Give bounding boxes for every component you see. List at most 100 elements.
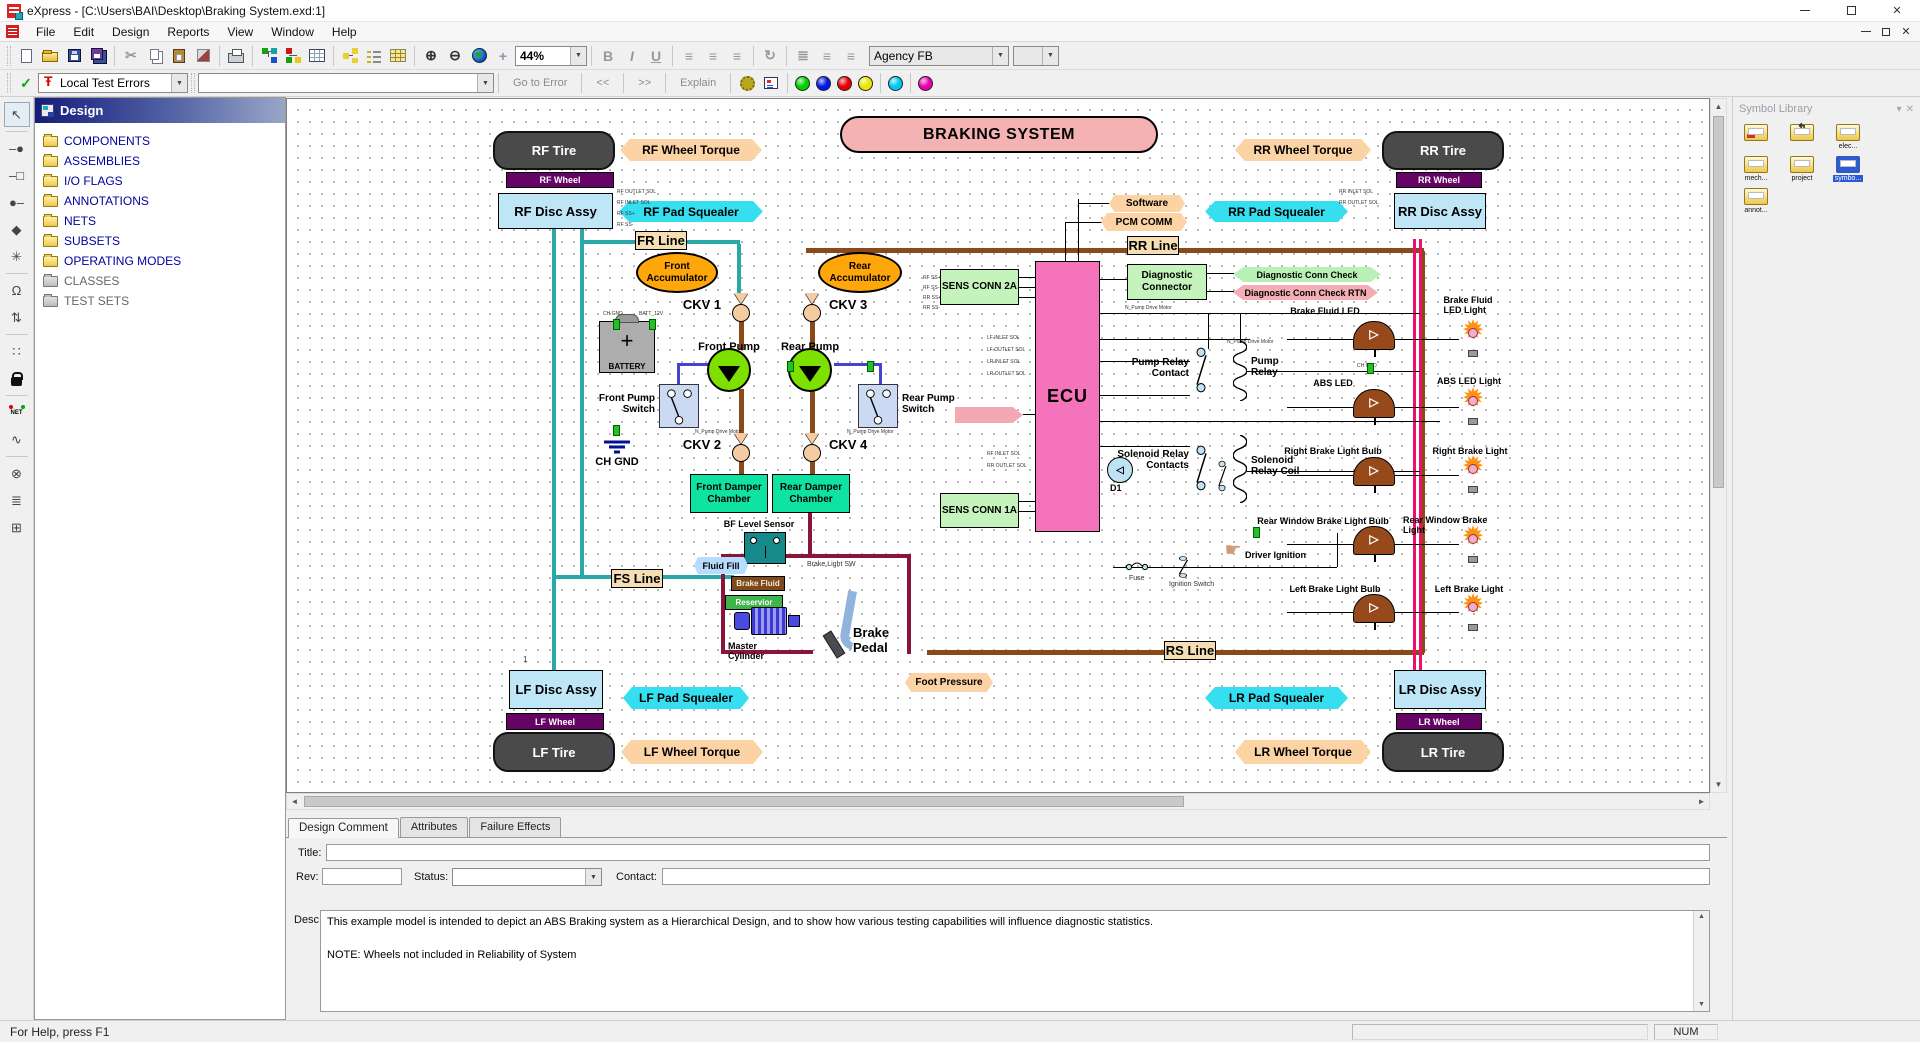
battery[interactable]: +BATTERY <box>599 321 655 373</box>
next-error-button[interactable]: >> <box>628 74 661 92</box>
library-item[interactable] <box>1783 124 1821 150</box>
net-wire[interactable] <box>810 389 815 438</box>
status-combo[interactable]: ▼ <box>452 868 602 886</box>
design-view-icon[interactable] <box>257 45 281 67</box>
desc-scrollbar[interactable]: ▲ ▼ <box>1693 911 1709 1011</box>
flag-glyph[interactable] <box>613 425 620 436</box>
lr-tire[interactable]: LR Tire <box>1382 732 1504 772</box>
tab-attributes[interactable]: Attributes <box>400 817 468 837</box>
lf-wheel-torque[interactable]: LF Wheel Torque <box>621 740 763 764</box>
foot-pressure[interactable]: Foot Pressure <box>905 673 993 692</box>
swglyph-glyph[interactable] <box>1192 443 1210 493</box>
pin-connect-tool-icon[interactable]: –● <box>4 136 30 161</box>
rr-tire[interactable]: RR Tire <box>1382 131 1504 170</box>
vertical-scrollbar[interactable]: ▲ ▼ <box>1710 98 1727 793</box>
scroll-left-icon[interactable]: ◄ <box>287 794 302 809</box>
library-item-symbo[interactable]: symbo... <box>1829 156 1867 182</box>
horizontal-scroll-thumb[interactable] <box>304 796 1184 807</box>
scroll-up-icon[interactable]: ▲ <box>1711 99 1726 114</box>
library-item-project[interactable]: project <box>1783 156 1821 182</box>
net-wire[interactable] <box>1207 291 1234 292</box>
lr-pad-squealer[interactable]: LR Pad Squealer <box>1205 687 1348 709</box>
net-wire[interactable] <box>1287 544 1353 545</box>
scroll-down-icon[interactable]: ▼ <box>1694 1000 1709 1011</box>
menu-view[interactable]: View <box>218 23 262 41</box>
diagnostic-connector[interactable]: Diagnostic Connector <box>1127 264 1207 300</box>
save-all-icon[interactable] <box>86 45 110 67</box>
rotate-icon[interactable]: ↻ <box>758 45 782 67</box>
net-wire[interactable] <box>1413 239 1416 701</box>
lasso-tool-icon[interactable]: Ω <box>4 278 30 303</box>
sidebar-item-i-o-flags[interactable]: I/O FLAGS <box>43 171 285 191</box>
validate-icon[interactable]: ✓ <box>14 72 38 94</box>
flag-glyph[interactable] <box>787 361 794 372</box>
panel-pin-icon[interactable]: ▾ <box>1897 104 1902 115</box>
sidebar-item-classes[interactable]: CLASSES <box>43 271 285 291</box>
net-wire[interactable] <box>1019 511 1035 512</box>
sidebar-item-operating-modes[interactable]: OPERATING MODES <box>43 251 285 271</box>
open-icon[interactable] <box>38 45 62 67</box>
ch-gnd[interactable]: CH GND <box>585 437 649 471</box>
net-wire[interactable] <box>1019 501 1035 502</box>
scroll-up-icon[interactable]: ▲ <box>1694 912 1709 923</box>
bold-icon[interactable]: B <box>596 45 620 67</box>
flag-glyph[interactable] <box>1253 527 1260 538</box>
fs-line[interactable]: FS Line <box>611 569 663 588</box>
pcm-comm[interactable]: PCM COMM <box>1101 213 1187 231</box>
connectivity-icon[interactable] <box>338 45 362 67</box>
net-wire[interactable] <box>1395 612 1459 613</box>
scroll-down-icon[interactable]: ▼ <box>1711 777 1726 792</box>
new-icon[interactable] <box>14 45 38 67</box>
lr-disc-assy[interactable]: LR Disc Assy <box>1394 670 1486 709</box>
pswitch-glyph[interactable] <box>858 384 898 428</box>
net-wire[interactable] <box>1337 533 1338 567</box>
lock-tool-icon[interactable] <box>4 366 30 391</box>
net-wire[interactable] <box>1065 222 1102 223</box>
pin-pair-tool-icon[interactable]: ∷ <box>4 339 30 364</box>
error-filter-combo[interactable]: Local Test Errors ▼ <box>38 73 188 93</box>
pinkarrow-glyph[interactable] <box>955 407 1023 423</box>
document-icon[interactable] <box>6 25 19 38</box>
rf-tire[interactable]: RF Tire <box>493 131 615 170</box>
net-wire[interactable] <box>1395 339 1459 340</box>
flag-glyph[interactable] <box>649 319 656 330</box>
format-painter-icon[interactable] <box>191 45 215 67</box>
lr-wheel-torque[interactable]: LR Wheel Torque <box>1235 740 1371 764</box>
outline-view-icon[interactable] <box>362 45 386 67</box>
align-left-icon[interactable]: ≡ <box>677 45 701 67</box>
zoom-out-icon[interactable]: ⊖ <box>443 45 467 67</box>
grid-tool-icon[interactable]: ⊞ <box>4 515 30 540</box>
close-button[interactable]: ✕ <box>1874 0 1920 22</box>
rf-disc-assy[interactable]: RF Disc Assy <box>498 193 613 229</box>
library-item[interactable] <box>1737 124 1775 150</box>
flag-tool-icon[interactable]: –□ <box>4 163 30 188</box>
net-wire[interactable] <box>806 248 1424 253</box>
chevron-down-icon[interactable]: ▼ <box>992 47 1008 65</box>
matrix-view-icon[interactable] <box>386 45 410 67</box>
sens-conn-2a[interactable]: SENS CONN 2A <box>940 269 1019 305</box>
lamp-glyph[interactable]: ✹ <box>1459 387 1487 425</box>
mdi-close-button[interactable]: ✕ <box>1896 24 1916 40</box>
led-glyph[interactable]: ▷ <box>1353 321 1395 357</box>
net-wire[interactable] <box>1287 612 1353 613</box>
paste-icon[interactable] <box>167 45 191 67</box>
rev-input[interactable] <box>322 868 402 885</box>
net-wire[interactable] <box>1395 544 1459 545</box>
valve-glyph[interactable] <box>801 436 823 463</box>
save-icon[interactable] <box>62 45 86 67</box>
valve-glyph[interactable] <box>801 296 823 323</box>
diagnostic-conn-check[interactable]: Diagnostic Conn Check <box>1233 267 1381 282</box>
maximize-button[interactable] <box>1828 0 1874 22</box>
led-glyph[interactable]: ▷ <box>1353 457 1395 493</box>
net-tool-icon[interactable]: NET <box>4 400 30 425</box>
rear-damper-chamber[interactable]: Rear Damper Chamber <box>772 474 850 513</box>
net-wire[interactable] <box>1019 277 1035 278</box>
net-wire[interactable] <box>737 244 741 298</box>
net-wire[interactable] <box>552 229 556 675</box>
net-wire[interactable] <box>1207 273 1234 274</box>
vertical-scroll-thumb[interactable] <box>1713 116 1724 488</box>
lf-disc-assy[interactable]: LF Disc Assy <box>509 670 603 709</box>
fuseglyph-glyph[interactable] <box>1125 561 1149 572</box>
pointer-tool-icon[interactable]: ↖ <box>4 102 30 127</box>
sidebar-item-components[interactable]: COMPONENTS <box>43 131 285 151</box>
